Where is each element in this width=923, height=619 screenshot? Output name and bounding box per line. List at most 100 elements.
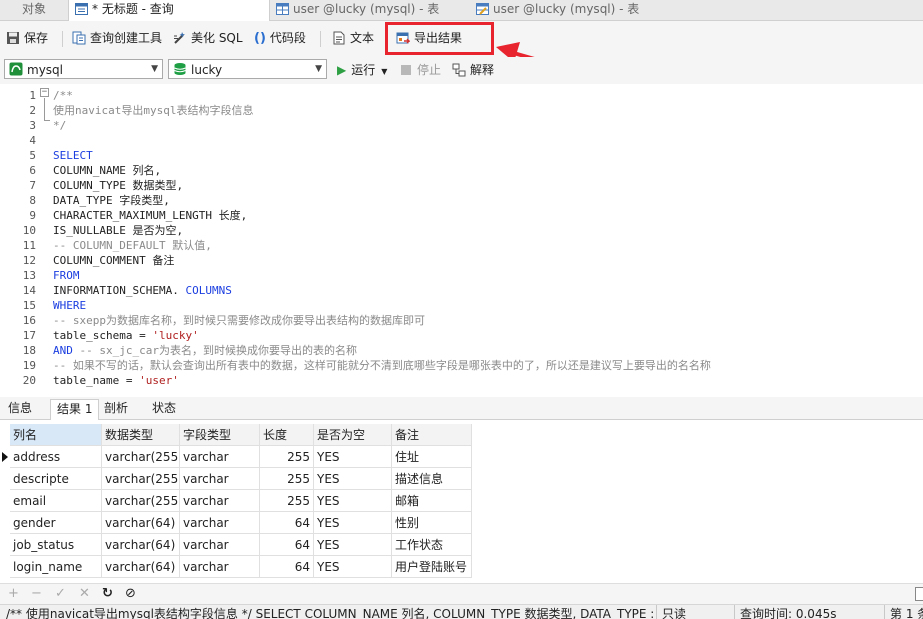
tab-untitled-query[interactable]: * 无标题 - 查询 <box>68 0 270 21</box>
grid-view-icon[interactable] <box>915 587 923 601</box>
beautify-sql-button[interactable]: 美化 SQL <box>173 29 243 47</box>
table-cell[interactable]: 性别 <box>392 512 472 534</box>
table-cell[interactable]: 255 <box>260 490 314 512</box>
query-builder-icon <box>72 31 86 45</box>
explain-icon <box>452 63 466 77</box>
column-header[interactable]: 长度 <box>260 424 314 446</box>
table-cell[interactable]: YES <box>314 534 392 556</box>
column-header[interactable]: 字段类型 <box>180 424 260 446</box>
text-button[interactable]: 文本 <box>332 29 374 47</box>
table-cell[interactable]: varchar <box>180 534 260 556</box>
table-cell[interactable]: YES <box>314 512 392 534</box>
status-divider <box>656 605 657 619</box>
table-cell[interactable]: varchar <box>180 512 260 534</box>
table-cell[interactable]: address <box>10 446 102 468</box>
sql-editor[interactable]: − 1 /** 2 使用navicat导出mysql表结构字段信息 3 */ 4 5 SELEC… <box>0 84 923 394</box>
query-builder-button[interactable]: 查询创建工具 <box>72 29 162 47</box>
tab-result-1[interactable]: 结果 1 <box>50 399 100 420</box>
tab-status[interactable]: 状态 <box>146 399 182 419</box>
code-token: COLUMN_COMMENT 备注 <box>53 254 175 267</box>
database-select[interactable]: lucky ▼ <box>168 59 327 79</box>
table-cell[interactable]: 255 <box>260 446 314 468</box>
code-token: DATA_TYPE 字段类型, <box>53 194 170 207</box>
code-line: IS_NULLABLE 是否为空, <box>53 223 183 238</box>
table-cell[interactable]: 64 <box>260 534 314 556</box>
column-header[interactable]: 是否为空 <box>314 424 392 446</box>
code-line: COLUMN_COMMENT 备注 <box>53 253 174 268</box>
apply-icon[interactable]: ✓ <box>55 586 66 602</box>
status-sql-text: /** 使用navicat导出mysql表结构字段信息 */ SELECT CO… <box>6 607 655 619</box>
table-cell[interactable]: job_status <box>10 534 102 556</box>
code-line: AND -- sx_jc_car为表名，到时候换成你要导出的表的名称 <box>53 343 357 358</box>
delete-record-icon[interactable]: − <box>31 586 42 602</box>
table-cell[interactable]: 工作状态 <box>392 534 472 556</box>
line-number: 13 <box>22 269 36 282</box>
explain-button[interactable]: 解释 <box>452 61 494 79</box>
line-number: 20 <box>22 374 36 387</box>
column-header[interactable]: 备注 <box>392 424 472 446</box>
status-divider <box>884 605 885 619</box>
fold-toggle-icon[interactable]: − <box>40 88 49 97</box>
table-cell[interactable]: 用户登陆账号 <box>392 556 472 578</box>
grid-nav-bar: + − ✓ ✕ ↻ ⊘ <box>0 583 923 604</box>
toolbar-divider <box>320 31 321 47</box>
stop-icon[interactable]: ⊘ <box>125 586 136 602</box>
table-cell[interactable]: varchar(255) <box>102 468 180 490</box>
table-cell[interactable]: varchar(255) <box>102 446 180 468</box>
text-label: 文本 <box>350 31 375 45</box>
column-header[interactable]: 列名 <box>10 424 102 446</box>
status-bar: /** 使用navicat导出mysql表结构字段信息 */ SELECT CO… <box>0 604 923 619</box>
table-cell[interactable]: descripte <box>10 468 102 490</box>
code-line: DATA_TYPE 字段类型, <box>53 193 170 208</box>
code-token: /** <box>53 89 73 102</box>
connection-select[interactable]: mysql ▼ <box>4 59 163 79</box>
table-cell[interactable]: gender <box>10 512 102 534</box>
table-edit-icon <box>476 3 489 15</box>
table-cell[interactable]: varchar(64) <box>102 512 180 534</box>
tab-objects[interactable]: 对象 <box>22 0 46 20</box>
beautify-label: 美化 SQL <box>191 31 243 45</box>
line-number: 9 <box>29 209 36 222</box>
tab-user-table-2[interactable]: user @lucky (mysql) - 表 <box>474 0 670 20</box>
table-cell[interactable]: YES <box>314 446 392 468</box>
refresh-icon[interactable]: ↻ <box>102 586 113 602</box>
table-cell[interactable]: email <box>10 490 102 512</box>
table-cell[interactable]: 255 <box>260 468 314 490</box>
table-cell[interactable]: 64 <box>260 556 314 578</box>
table-cell[interactable]: varchar(64) <box>102 534 180 556</box>
tab-info[interactable]: 信息 <box>2 399 38 419</box>
tab-user-table-1[interactable]: user @lucky (mysql) - 表 <box>272 0 472 20</box>
table-cell[interactable]: 64 <box>260 512 314 534</box>
table-cell[interactable]: varchar <box>180 556 260 578</box>
table-cell[interactable]: varchar(64) <box>102 556 180 578</box>
code-snippet-button[interactable]: () 代码段 <box>254 29 306 47</box>
table-cell[interactable]: YES <box>314 468 392 490</box>
result-tabs: 信息 结果 1 剖析 状态 <box>0 397 923 420</box>
code-line: /** <box>53 88 73 103</box>
run-dropdown-icon[interactable]: ▼ <box>381 67 387 76</box>
line-number: 4 <box>29 134 36 147</box>
table-cell[interactable]: YES <box>314 490 392 512</box>
table-cell[interactable]: 住址 <box>392 446 472 468</box>
table-cell[interactable]: 邮箱 <box>392 490 472 512</box>
table-cell[interactable]: 描述信息 <box>392 468 472 490</box>
code-token: -- sxepp为数据库名称，到时候只需要修改成你要导出表结构的数据库即可 <box>53 314 425 327</box>
table-cell[interactable]: YES <box>314 556 392 578</box>
code-token: CHARACTER_MAXIMUM_LENGTH 长度, <box>53 209 248 222</box>
table-icon <box>276 3 289 15</box>
code-token: COLUMN_NAME 列名, <box>53 164 162 177</box>
run-button[interactable]: ▶ 运行 ▼ <box>337 61 387 79</box>
table-cell[interactable]: varchar <box>180 446 260 468</box>
save-button[interactable]: 保存 <box>6 29 48 47</box>
add-record-icon[interactable]: + <box>8 586 19 602</box>
column-header[interactable]: 数据类型 <box>102 424 180 446</box>
table-cell[interactable]: varchar(255) <box>102 490 180 512</box>
tab-profile[interactable]: 剖析 <box>98 399 134 419</box>
line-number: 14 <box>22 284 36 297</box>
discard-icon[interactable]: ✕ <box>79 586 90 602</box>
stop-button[interactable]: 停止 <box>401 61 441 79</box>
code-token: -- 如果不写的话，默认会查询出所有表中的数据，这样可能就分不清到底哪些字段是哪… <box>53 359 711 372</box>
table-cell[interactable]: login_name <box>10 556 102 578</box>
table-cell[interactable]: varchar <box>180 490 260 512</box>
table-cell[interactable]: varchar <box>180 468 260 490</box>
